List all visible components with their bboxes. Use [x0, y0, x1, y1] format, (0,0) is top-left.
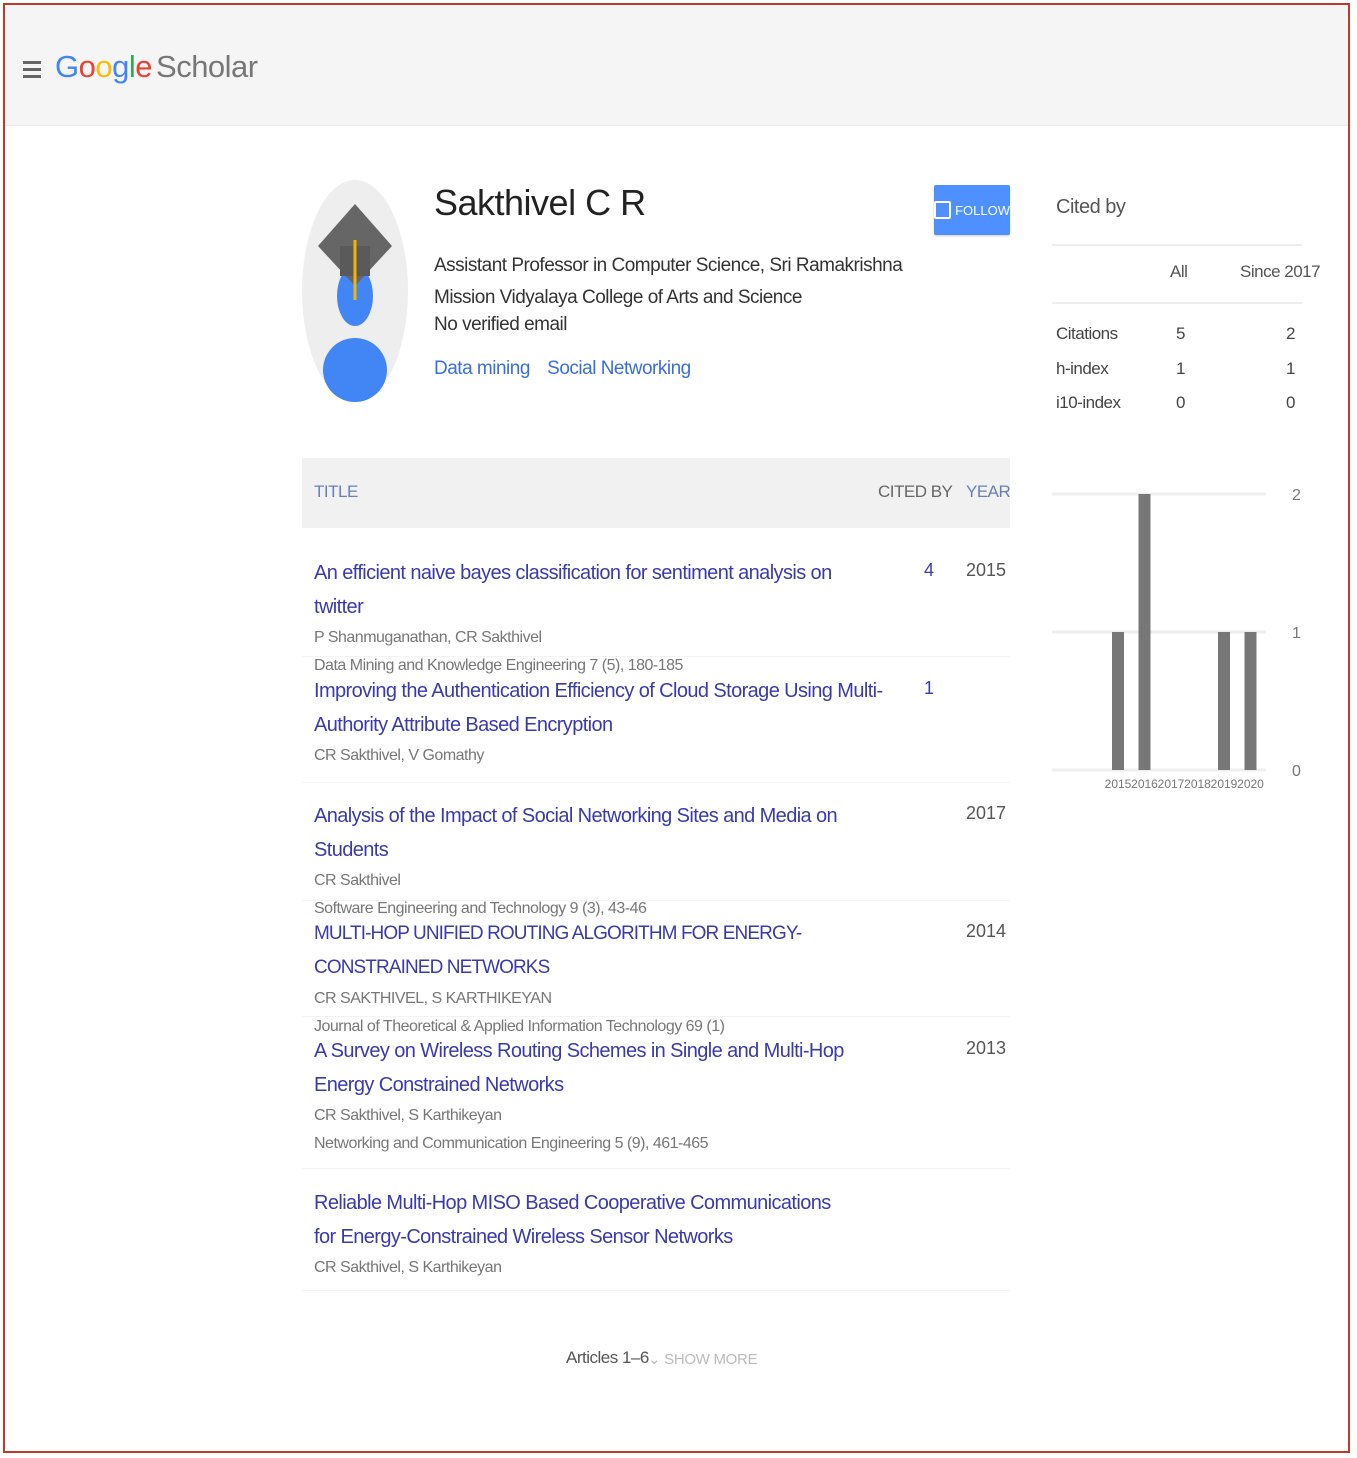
- research-interests: Data mining Social Networking: [434, 358, 703, 380]
- x-tick-label: 2019: [1211, 777, 1238, 791]
- follow-button[interactable]: FOLLOW: [934, 185, 1010, 235]
- x-tick-label: 2016: [1131, 777, 1158, 791]
- cited-by-count-link[interactable]: 4: [914, 560, 934, 581]
- article-title-link[interactable]: Reliable Multi-Hop MISO Based Cooperativ…: [314, 1186, 844, 1254]
- metric-since: 1: [1286, 359, 1295, 378]
- x-tick-label: 2018: [1184, 777, 1211, 791]
- article-authors: CR Sakthivel, S Karthikeyan: [314, 1259, 502, 1276]
- sort-by-title-header[interactable]: TITLE: [314, 482, 358, 502]
- article-title-link[interactable]: Analysis of the Impact of Social Network…: [314, 799, 874, 867]
- article-authors: CR Sakthivel, S Karthikeyan: [314, 1107, 502, 1124]
- profile-name: Sakthivel C R: [434, 182, 646, 223]
- interest-link[interactable]: Social Networking: [547, 358, 691, 379]
- article-row: MULTI-HOP UNIFIED ROUTING ALGORITHM FOR …: [314, 917, 1010, 1041]
- hamburger-menu-icon[interactable]: [23, 61, 41, 79]
- article-authors: P Shanmuganathan, CR Sakthivel: [314, 629, 542, 646]
- x-tick-label: 2017: [1158, 777, 1185, 791]
- article-year: 2013: [966, 1038, 1007, 1058]
- article-year: 2015: [966, 560, 1007, 580]
- sort-by-year-header[interactable]: YEAR: [966, 482, 1011, 502]
- metric-all: 1: [1176, 359, 1185, 378]
- profile-avatar: [302, 180, 408, 402]
- y-tick-label: 1: [1292, 625, 1301, 642]
- article-title-link[interactable]: An efficient naive bayes classification …: [314, 556, 874, 624]
- metric-label: Citations: [1056, 324, 1118, 343]
- row-divider: [302, 1016, 1010, 1017]
- row-divider: [302, 656, 1010, 657]
- article-venue: Networking and Communication Engineering…: [314, 1135, 709, 1152]
- x-tick-label: 2020: [1237, 777, 1264, 791]
- article-authors: CR Sakthivel, V Gomathy: [314, 747, 484, 764]
- article-row: Analysis of the Impact of Social Network…: [314, 799, 1010, 923]
- article-row: An efficient naive bayes classification …: [314, 556, 1010, 680]
- article-authors: CR SAKTHIVEL, S KARTHIKEYAN: [314, 990, 552, 1007]
- col-since-header: Since 2017: [1240, 262, 1321, 281]
- panel-divider: [1052, 302, 1302, 304]
- metric-label: i10-index: [1056, 393, 1121, 412]
- article-row: Improving the Authentication Efficiency …: [314, 674, 1010, 770]
- chevron-down-icon: ⌄: [648, 1351, 661, 1368]
- profile-email: No verified email: [434, 314, 568, 335]
- interest-link[interactable]: Data mining: [434, 358, 530, 379]
- metric-all: 5: [1176, 324, 1185, 343]
- articles-table-header: TITLE CITED BY YEAR: [302, 458, 1011, 528]
- show-more-label: SHOW MORE: [664, 1351, 758, 1368]
- y-tick-label: 2: [1292, 487, 1301, 504]
- article-year: 2017: [966, 803, 1007, 823]
- cited-by-title: Cited by: [1056, 196, 1126, 218]
- row-divider: [302, 782, 1010, 783]
- chart-bar[interactable]: [1138, 494, 1151, 770]
- article-authors: CR Sakthivel: [314, 872, 401, 889]
- y-tick-label: 0: [1292, 763, 1301, 780]
- logo-google: Google: [55, 49, 153, 84]
- chart-bar[interactable]: [1244, 632, 1257, 770]
- checkbox-icon: [934, 201, 952, 219]
- top-bar: Google Scholar: [5, 5, 1348, 126]
- metric-label: h-index: [1056, 359, 1109, 378]
- follow-label: FOLLOW: [955, 202, 1010, 218]
- article-title-link[interactable]: A Survey on Wireless Routing Schemes in …: [314, 1034, 844, 1102]
- article-title-link[interactable]: MULTI-HOP UNIFIED ROUTING ALGORITHM FOR …: [314, 917, 894, 985]
- articles-count: Articles 1–6: [566, 1348, 649, 1367]
- article-title-link[interactable]: Improving the Authentication Efficiency …: [314, 674, 894, 742]
- metric-since: 2: [1286, 324, 1295, 343]
- logo-scholar: Scholar: [156, 49, 258, 84]
- chart-bar[interactable]: [1218, 632, 1230, 770]
- row-divider: [302, 1168, 1010, 1169]
- show-more-button[interactable]: ⌄ SHOW MORE: [648, 1350, 758, 1368]
- sort-by-cited-header[interactable]: CITED BY: [878, 482, 953, 502]
- chart-bar[interactable]: [1112, 632, 1124, 770]
- row-divider: [302, 1290, 1010, 1291]
- article-row: A Survey on Wireless Routing Schemes in …: [314, 1034, 1010, 1158]
- cited-by-count-link[interactable]: 1: [914, 678, 934, 699]
- row-divider: [302, 900, 1010, 901]
- col-all-header: All: [1170, 262, 1188, 281]
- article-year: 2014: [966, 921, 1007, 941]
- profile-affiliation: Assistant Professor in Computer Science,…: [434, 255, 903, 308]
- article-row: Reliable Multi-Hop MISO Based Cooperativ…: [314, 1186, 1010, 1282]
- citations-per-year-chart: 0 1 2 2015 2016 2017 2018 2019 2020: [1052, 487, 1301, 791]
- google-scholar-logo[interactable]: Google Scholar: [55, 49, 258, 85]
- metric-all: 0: [1176, 393, 1185, 412]
- metric-since: 0: [1286, 393, 1295, 412]
- panel-divider: [1052, 244, 1302, 246]
- x-tick-label: 2015: [1105, 777, 1132, 791]
